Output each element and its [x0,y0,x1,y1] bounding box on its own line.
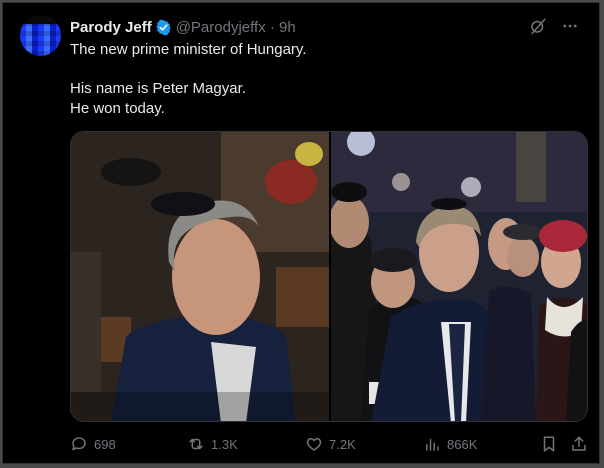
author-name[interactable]: Parody Jeff [70,19,152,36]
media-grid [70,131,588,422]
reply-icon [72,437,86,451]
repost-count: 1.3K [211,436,238,452]
tweet-card[interactable]: Parody Jeff @Parodyjeffx · 9h The new pr… [2,2,600,464]
avatar[interactable] [20,15,61,56]
bookmark-icon [543,436,555,452]
views-icon [426,438,439,451]
like-button[interactable]: 7.2K [305,435,356,453]
photo-left[interactable] [71,132,329,421]
reply-count: 698 [94,436,116,452]
repost-icon [189,438,203,450]
tweet-top-actions [529,17,579,35]
action-bar: 698 1.3K 7.2K 866K [70,435,588,455]
like-count: 7.2K [329,436,356,452]
like-icon [306,438,322,451]
repost-button[interactable]: 1.3K [187,435,238,453]
tweet-text-line: The new prime minister of Hungary. [70,41,307,58]
tweet-text-line: He won today. [70,99,165,117]
handle-and-time[interactable]: @Parodyjeffx · 9h [176,19,296,36]
tweet-text-line: His name is Peter Magyar. [70,80,246,97]
tweet-text: The new prime minister of Hungary. His n… [70,40,580,118]
views-button[interactable]: 866K [423,435,477,453]
share-icon [572,436,586,451]
bookmark-button[interactable] [540,435,558,453]
more-icon[interactable] [561,17,579,35]
views-count: 866K [447,436,478,452]
verified-badge-icon [156,19,171,35]
photo-left-illustration [71,132,329,421]
tweet-header: Parody Jeff @Parodyjeffx · 9h [70,17,296,37]
reply-button[interactable]: 698 [70,435,116,453]
share-button[interactable] [570,435,588,453]
photo-right-illustration [331,132,587,421]
grok-icon[interactable] [529,17,547,35]
photo-right[interactable] [331,132,587,421]
